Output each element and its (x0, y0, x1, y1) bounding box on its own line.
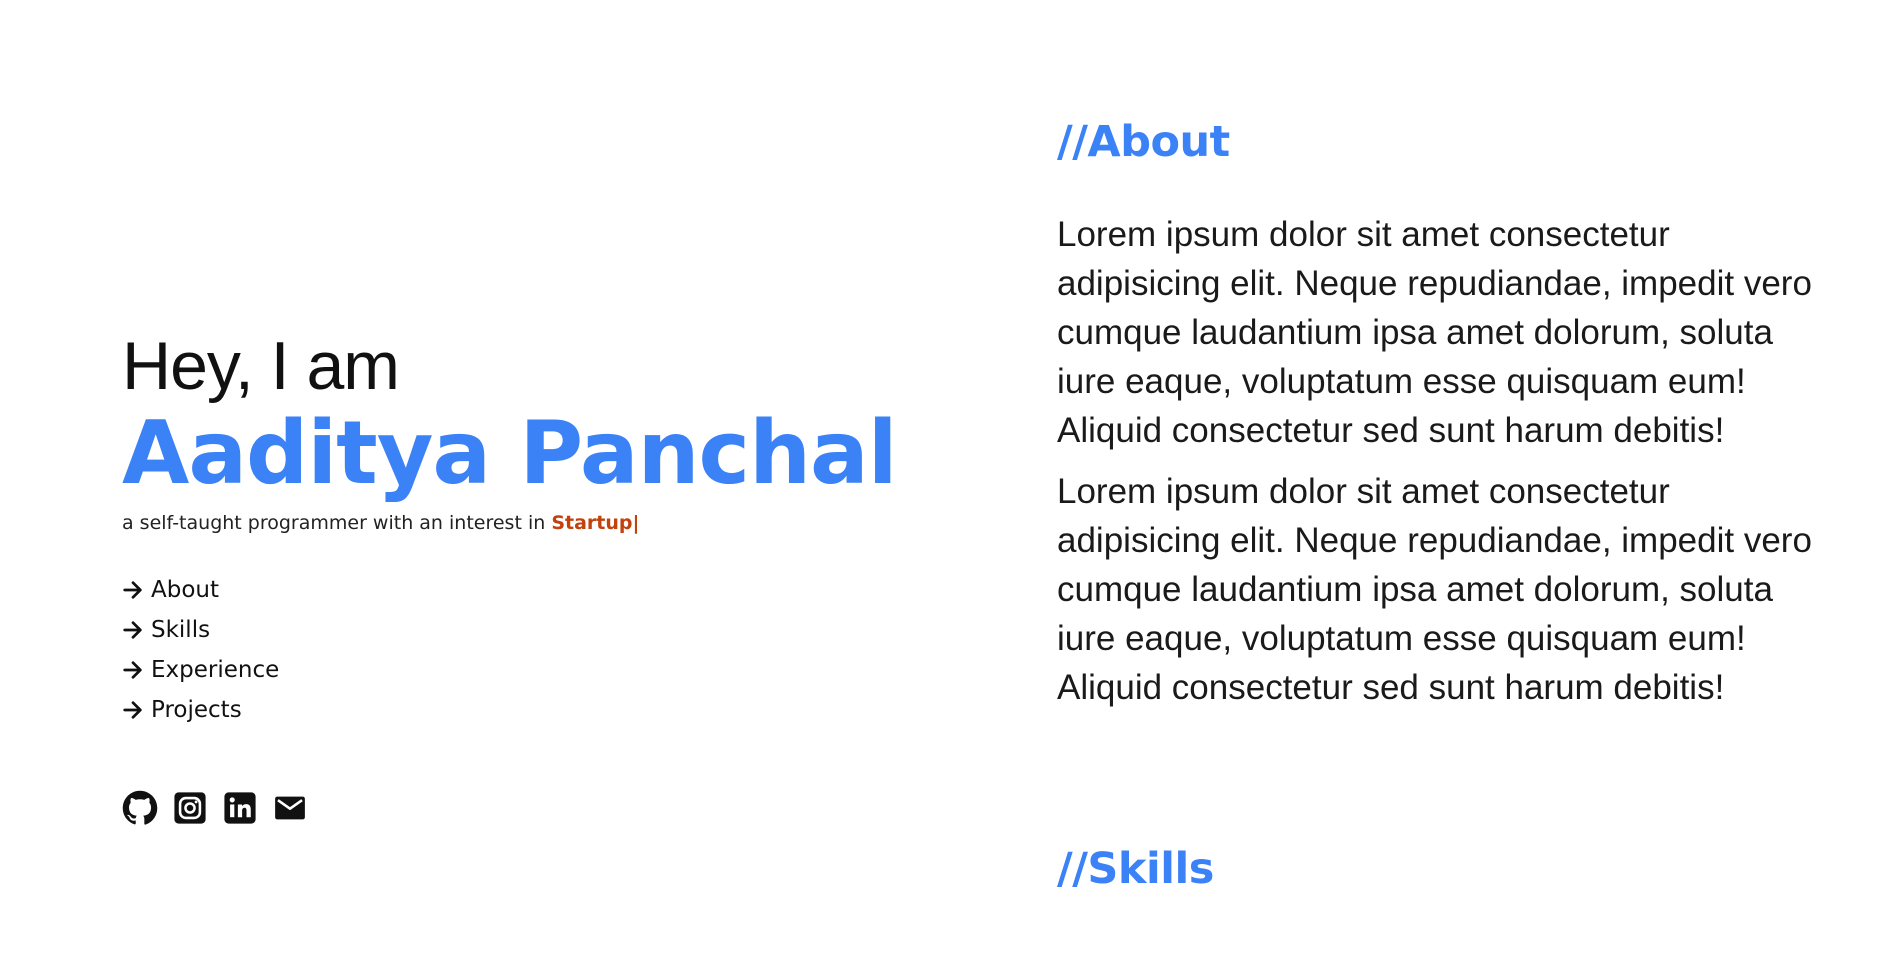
nav-item-label: About (151, 577, 220, 603)
arrow-right-icon (123, 621, 142, 639)
linkedin-icon (224, 792, 256, 824)
github-icon (122, 790, 158, 825)
instagram-icon (174, 792, 206, 824)
tagline-prefix: a self-taught programmer with an interes… (122, 512, 552, 534)
nav-item-label: Skills (151, 617, 211, 643)
about-paragraph: Lorem ipsum dolor sit amet consectetur a… (1057, 215, 1812, 450)
arrow-right-icon (123, 581, 142, 599)
github-link[interactable] (122, 790, 158, 826)
typing-cursor: | (632, 512, 640, 534)
hero-section: Hey, I am Aaditya Panchal a self-taught … (122, 328, 982, 826)
skills-section-title: //Skills (1057, 844, 1214, 894)
linkedin-link[interactable] (222, 790, 258, 826)
about-section-body: Lorem ipsum dolor sit amet consectetur a… (1057, 210, 1817, 724)
nav-item-experience[interactable]: Experience (122, 650, 982, 690)
arrow-right-icon (123, 661, 142, 679)
hero-tagline: a self-taught programmer with an interes… (122, 510, 982, 536)
portfolio-page: Hey, I am Aaditya Panchal a self-taught … (0, 0, 1893, 980)
about-paragraph: Lorem ipsum dolor sit amet consectetur a… (1057, 472, 1812, 707)
social-links (122, 790, 982, 826)
email-link[interactable] (272, 790, 308, 826)
tagline-interest: Startup (551, 512, 633, 534)
section-nav: About Skills Experience Projects (122, 570, 982, 730)
nav-item-projects[interactable]: Projects (122, 690, 982, 730)
about-section-title: //About (1057, 117, 1230, 167)
email-icon (275, 796, 305, 820)
nav-item-skills[interactable]: Skills (122, 610, 982, 650)
nav-item-about[interactable]: About (122, 570, 982, 610)
nav-item-label: Projects (151, 697, 242, 723)
nav-item-label: Experience (151, 657, 280, 683)
arrow-right-icon (123, 701, 142, 719)
instagram-link[interactable] (172, 790, 208, 826)
hero-name: Aaditya Panchal (122, 402, 898, 504)
hero-greeting: Hey, I am (122, 328, 400, 404)
